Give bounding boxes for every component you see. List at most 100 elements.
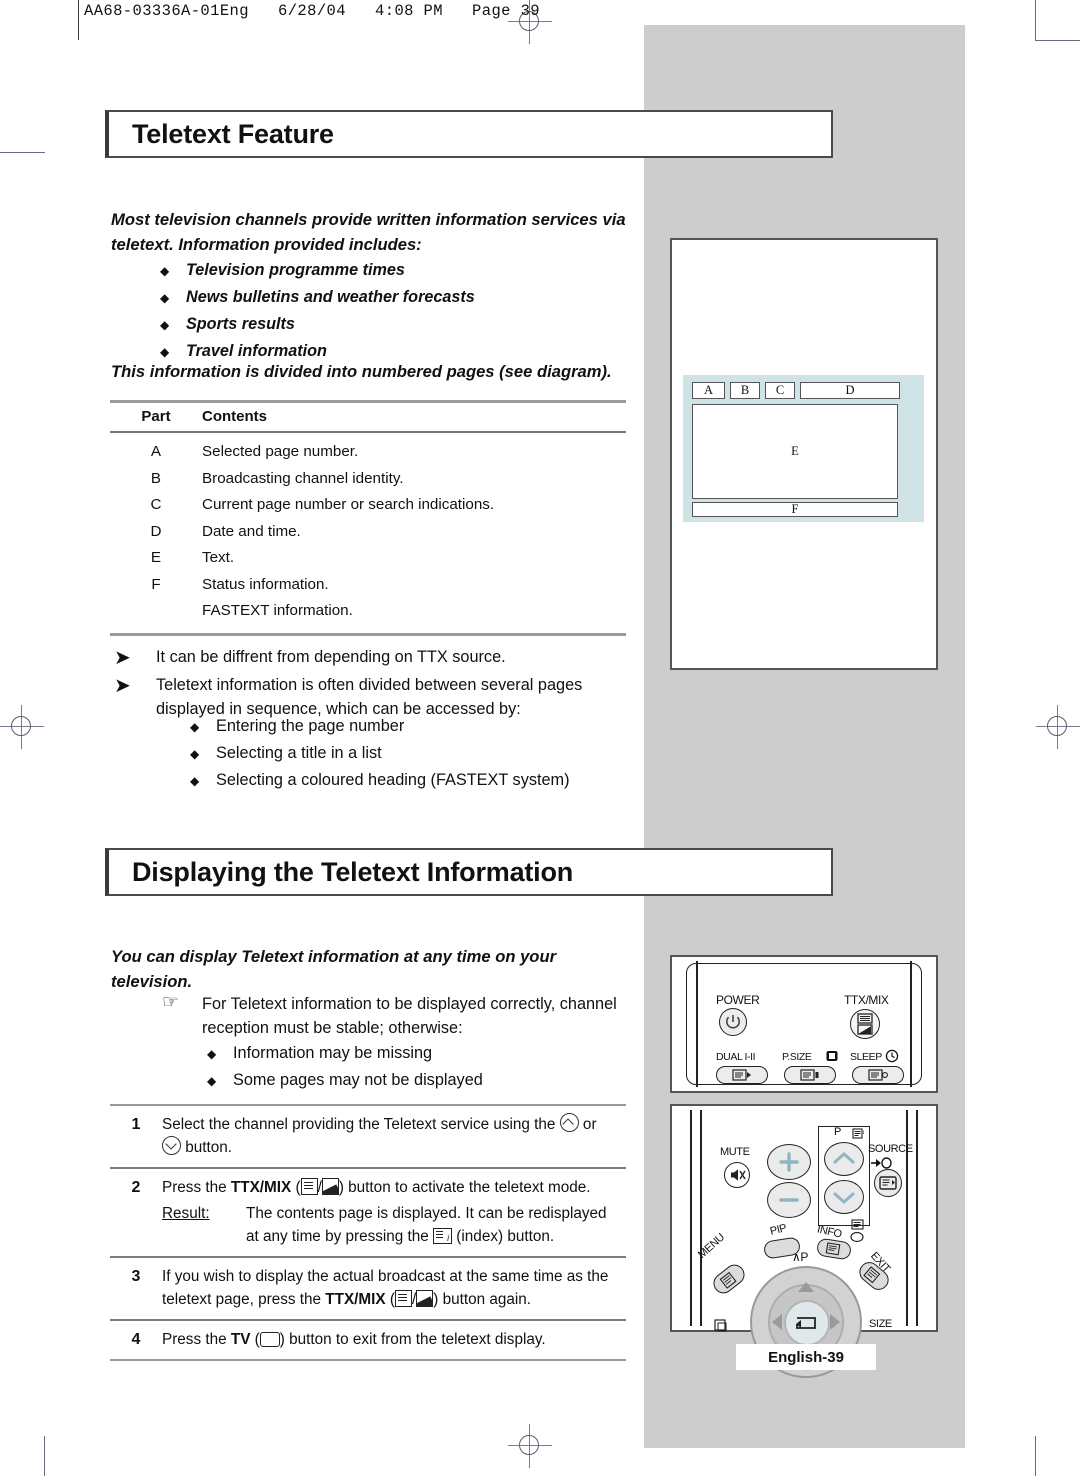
source-icon — [879, 1176, 897, 1190]
table-header-contents: Contents — [202, 408, 267, 425]
section1-lead-text: Most television channels provide written… — [111, 210, 626, 254]
power-button[interactable] — [719, 1008, 747, 1036]
result-label: Result: — [162, 1205, 210, 1222]
section2-lead-text: You can display Teletext information at … — [111, 947, 557, 991]
table-row: A Selected page number. — [110, 439, 626, 466]
step-text-bold: TV — [230, 1331, 251, 1348]
step-text-mid: ( — [291, 1179, 301, 1196]
reg-circle — [1047, 716, 1067, 736]
info-button[interactable] — [815, 1237, 853, 1261]
list-item-label: Sports results — [186, 315, 295, 333]
table-cell-contents: Status information. — [202, 575, 329, 593]
psize-button[interactable] — [784, 1066, 836, 1084]
crop-mark-top-right-h — [1035, 40, 1080, 41]
page-footer-badge: English-39 — [736, 1344, 876, 1370]
program-up-button[interactable] — [824, 1142, 864, 1176]
chan-up-label: ∧P — [792, 1250, 808, 1264]
section2-bullet-list: ◆ Information may be missing ◆ Some page… — [207, 1040, 483, 1094]
tv-icon — [259, 1332, 280, 1347]
teletext-cell-a: A — [692, 382, 725, 399]
header-rule — [78, 0, 79, 40]
teletext-status-bar: F — [692, 502, 898, 517]
list-item: ◆ Some pages may not be displayed — [207, 1067, 483, 1094]
section1-after-list-note: This information is divided into numbere… — [111, 362, 612, 381]
dual-button[interactable] — [716, 1066, 768, 1084]
program-down-button[interactable] — [824, 1180, 864, 1214]
remote-control-top-illustration: POWER TTX/MIX DUAL I-II P.SIZE SLEEP — [670, 955, 938, 1093]
crop-mark-bottom-left-v — [44, 1436, 45, 1476]
result-text-c: (index) button. — [452, 1228, 555, 1245]
exit-icon — [863, 1266, 881, 1284]
ttxmix-icon — [857, 1013, 873, 1035]
step-row: 3 If you wish to display the actual broa… — [110, 1258, 626, 1319]
table-cell-contents-2: FASTEXT information. — [202, 602, 353, 619]
reg-circle — [519, 1435, 539, 1455]
table-cell-contents: Text. — [202, 549, 235, 566]
sleep-button[interactable] — [852, 1066, 904, 1084]
diamond-icon: ◆ — [207, 1074, 217, 1088]
list-item: ◆ Selecting a title in a list — [190, 740, 570, 767]
sleep-clock-icon — [885, 1049, 899, 1063]
remote-right-rail-outer — [916, 1110, 918, 1326]
pointing-hand-icon: ☞ — [162, 992, 180, 1013]
remote-left-rail — [696, 961, 698, 1087]
svg-text:i: i — [863, 1130, 865, 1136]
plus-icon — [779, 1152, 799, 1172]
list-item: ◆ Entering the page number — [190, 713, 570, 740]
program-bottom-icon — [851, 1219, 864, 1230]
ttxmix-button[interactable] — [850, 1009, 880, 1039]
mute-icon — [731, 1169, 746, 1181]
table-row: D Date and time. — [110, 519, 626, 546]
source-button[interactable] — [874, 1169, 902, 1197]
source-label: SOURCE — [868, 1143, 913, 1155]
registration-mark-bottom — [508, 1424, 552, 1468]
step-text-pre: Press the — [162, 1331, 231, 1348]
size-label: SIZE — [869, 1318, 892, 1330]
section1-bullet-list: ◆ Television programme times ◆ News bull… — [160, 257, 475, 365]
mute-label: MUTE — [720, 1146, 750, 1158]
diamond-icon: ◆ — [160, 291, 170, 305]
psize-icon — [826, 1051, 838, 1061]
arrow-note: ➤ It can be diffrent from depending on T… — [114, 646, 644, 670]
list-item: ◆ Sports results — [160, 311, 475, 338]
diamond-icon: ◆ — [160, 318, 170, 332]
crop-mark-bottom-right-v — [1035, 1436, 1036, 1476]
step-text: If you wish to display the actual broadc… — [162, 1265, 626, 1311]
list-item-label: Entering the page number — [216, 717, 405, 735]
volume-up-button[interactable] — [767, 1144, 811, 1180]
numbered-steps-table: 1 Select the channel providing the Telet… — [110, 1104, 626, 1361]
volume-down-button[interactable] — [767, 1182, 811, 1218]
hand-note-text: For Teletext information to be displayed… — [202, 995, 617, 1037]
step-row: 2 Press the TTX/MIX (/) button to activa… — [110, 1169, 626, 1256]
pip-label: PIP — [768, 1222, 788, 1238]
section-heading-teletext-feature: Teletext Feature — [105, 110, 833, 158]
mute-button[interactable] — [724, 1162, 750, 1188]
teletext-icon — [300, 1178, 318, 1195]
steps-rule — [110, 1359, 626, 1361]
menu-button[interactable] — [709, 1260, 749, 1298]
step-text: Select the channel providing the Teletex… — [162, 1113, 597, 1159]
teletext-diagram: A B C D E F — [683, 375, 924, 522]
psize-key-icon — [800, 1069, 819, 1081]
teletext-cell-b: B — [730, 382, 760, 399]
step-text: Press the TV () button to exit from the … — [162, 1328, 546, 1351]
arrow-note-text: It can be diffrent from depending on TTX… — [156, 648, 506, 666]
diamond-icon: ◆ — [190, 720, 200, 734]
remote-control-bottom-illustration: MUTE P i SOURCE PIP INFO ∧P MENU EXIT SI… — [670, 1104, 938, 1378]
list-item-label: Information may be missing — [233, 1044, 433, 1062]
diamond-icon: ◆ — [190, 747, 200, 761]
sleep-key-icon — [868, 1069, 888, 1081]
step-text-post: button. — [181, 1139, 233, 1156]
list-item-label: Travel information — [186, 342, 327, 360]
minus-icon — [779, 1198, 799, 1202]
remote-right-rail — [910, 961, 912, 1087]
crop-mark-top-right-v — [1035, 0, 1036, 40]
table-cell-part: D — [150, 522, 162, 540]
remote-left-rail-outer — [690, 1110, 692, 1326]
table-cell-contents: Selected page number. — [202, 443, 359, 460]
step-text-post: ) button to exit from the teletext displ… — [279, 1331, 546, 1348]
teletext-top-row: A B C D — [692, 382, 900, 399]
program-label: P — [834, 1126, 841, 1138]
arrow-icon: ➤ — [114, 675, 131, 697]
list-item-label: News bulletins and weather forecasts — [186, 288, 475, 306]
